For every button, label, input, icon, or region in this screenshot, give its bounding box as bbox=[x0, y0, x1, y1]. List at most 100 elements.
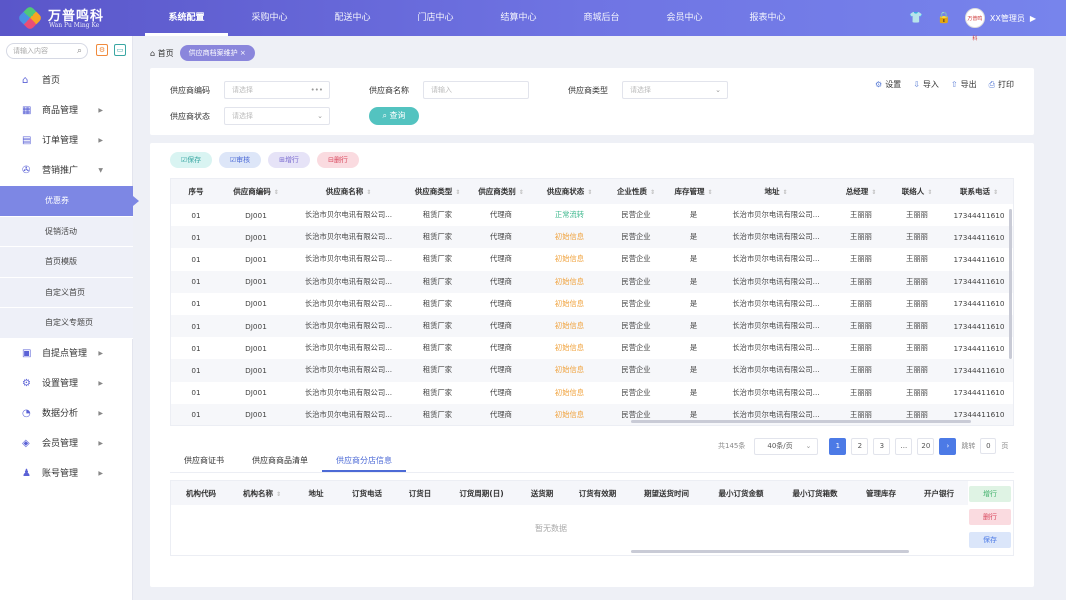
table-row[interactable]: 01 DJ001 长治市贝尔电讯有限公司... 租赁厂家 代理商 初始信息 民营企业是长治市… bbox=[171, 293, 1013, 315]
column-header[interactable]: 最小订货箱数 bbox=[778, 481, 852, 505]
column-header[interactable]: 期望送货时间 bbox=[629, 481, 704, 505]
column-header[interactable]: 地址 ⇕ bbox=[721, 179, 831, 204]
column-header[interactable]: 管理库存 bbox=[852, 481, 910, 505]
nav-item[interactable]: 门店中心 bbox=[394, 0, 477, 36]
table-row[interactable]: 01 DJ001 长治市贝尔电讯有限公司... 租赁厂家 代理商 正常流转 民营企业 是 长治市… bbox=[171, 204, 1013, 226]
sidebar-item-marketing[interactable]: ✇ 营销推广 ▼ bbox=[0, 156, 133, 186]
tab-current-page[interactable]: 供应商档案维护 × bbox=[179, 45, 255, 61]
table-row[interactable]: 01 DJ001 长治市贝尔电讯有限公司... 租赁厂家 代理商 初始信息 民营企业是长治市… bbox=[171, 248, 1013, 270]
settings-button[interactable]: ⚙ 设置 bbox=[875, 79, 901, 90]
sidebar-item-pickup[interactable]: ▣ 自提点管理 ▶ bbox=[0, 339, 133, 369]
supplier-code-field[interactable]: 请选择 ••• bbox=[224, 81, 330, 99]
page-button[interactable]: 2 bbox=[851, 437, 869, 455]
column-header[interactable]: 机构代码 bbox=[171, 481, 231, 505]
sort-icon[interactable]: ⇕ bbox=[455, 189, 460, 196]
nav-item[interactable]: 采购中心 bbox=[228, 0, 311, 36]
column-header[interactable]: 供应商编码 ⇕ bbox=[221, 179, 291, 204]
next-page-button[interactable]: › bbox=[939, 437, 957, 455]
page-button[interactable]: 20 bbox=[917, 437, 935, 455]
column-header[interactable]: 总经理 ⇕ bbox=[831, 179, 891, 204]
table-row[interactable]: 01 DJ001 长治市贝尔电讯有限公司... 租赁厂家 代理商 初始信息 民营企业是长治市… bbox=[171, 314, 1013, 338]
submenu-item[interactable]: 首页模版 bbox=[0, 247, 133, 278]
save-button[interactable]: ☑保存 bbox=[170, 152, 212, 168]
branch-save-button[interactable]: 保存 bbox=[969, 532, 1011, 548]
nav-item[interactable]: 会员中心 bbox=[643, 0, 726, 36]
table-row[interactable]: 01 DJ001 长治市贝尔电讯有限公司... 租赁厂家 代理商 初始信息 民营企业是长治市… bbox=[171, 382, 1013, 404]
sidebar-item-accounts[interactable]: ♟ 账号管理 ▶ bbox=[0, 459, 133, 489]
supplier-type-select[interactable]: 请选择 ⌄ bbox=[622, 81, 728, 99]
sidebar-item-members[interactable]: ◈ 会员管理 ▶ bbox=[0, 429, 133, 459]
close-icon[interactable]: × bbox=[240, 49, 246, 57]
add-row-button[interactable]: ⊞增行 bbox=[268, 152, 310, 168]
user-menu[interactable]: 万普鸣科 XX管理员 ▶ bbox=[964, 8, 1036, 42]
sort-icon[interactable]: ⇕ bbox=[782, 189, 787, 196]
supplier-name-field[interactable]: 请输入 bbox=[423, 81, 529, 99]
shirt-icon[interactable]: 👕 bbox=[909, 11, 923, 25]
sidebar-item-analytics[interactable]: ◔ 数据分析 ▶ bbox=[0, 399, 133, 429]
sidebar-item-home[interactable]: ⌂ 首页 bbox=[0, 66, 133, 96]
column-header[interactable]: 企业性质 ⇕ bbox=[606, 179, 666, 204]
page-button[interactable]: 1 bbox=[829, 437, 847, 455]
supplier-status-select[interactable]: 请选择 ⌄ bbox=[224, 107, 330, 125]
column-header[interactable]: 订货有效期 bbox=[566, 481, 629, 505]
column-header[interactable]: 供应商类型 ⇕ bbox=[406, 179, 469, 204]
settings-tool-icon[interactable]: ⚙ bbox=[96, 44, 108, 56]
horizontal-scrollbar[interactable] bbox=[631, 420, 971, 423]
screen-tool-icon[interactable]: ▭ bbox=[114, 44, 126, 56]
table-row[interactable]: 01 DJ001 长治市贝尔电讯有限公司... 租赁厂家 代理商 初始信息 民营企业是长治市… bbox=[171, 270, 1013, 293]
column-header[interactable]: 联系电话 ⇕ bbox=[943, 179, 1013, 204]
column-header[interactable]: 订货周期(日) bbox=[445, 481, 518, 505]
logo[interactable]: 万普鸣科 Wan Pu Ming Ke bbox=[17, 5, 138, 31]
column-header[interactable]: 地址 bbox=[293, 481, 339, 505]
detail-tab[interactable]: 供应商分店信息 bbox=[322, 453, 406, 472]
sort-icon[interactable]: ⇕ bbox=[993, 189, 998, 196]
nav-item[interactable]: 系统配置 bbox=[145, 0, 228, 36]
nav-item[interactable]: 配送中心 bbox=[311, 0, 394, 36]
submenu-item[interactable]: 优惠券 bbox=[0, 186, 139, 217]
column-header[interactable]: 供应商名称 ⇕ bbox=[291, 179, 406, 204]
table-row[interactable]: 01 DJ001 长治市贝尔电讯有限公司... 租赁厂家 代理商 初始信息 民营企业是长治市… bbox=[171, 359, 1013, 382]
branch-add-row-button[interactable]: 增行 bbox=[969, 486, 1011, 502]
submenu-item[interactable]: 促销活动 bbox=[0, 216, 133, 247]
page-button[interactable]: ... bbox=[895, 437, 913, 455]
sort-icon[interactable]: ⇕ bbox=[707, 189, 712, 196]
sidebar-item-orders[interactable]: ▤ 订单管理 ▶ bbox=[0, 126, 133, 156]
lock-icon[interactable]: 🔒 bbox=[937, 11, 951, 25]
table-row[interactable]: 01 DJ001 长治市贝尔电讯有限公司... 租赁厂家 代理商 初始信息 民营企业是长治市… bbox=[171, 337, 1013, 359]
column-header[interactable]: 订货日 bbox=[395, 481, 445, 505]
query-button[interactable]: ⌕ 查询 bbox=[369, 107, 419, 125]
search-icon[interactable]: ⌕ bbox=[77, 44, 82, 58]
horizontal-scrollbar[interactable] bbox=[631, 550, 909, 553]
sort-icon[interactable]: ⇕ bbox=[366, 189, 371, 196]
delete-row-button[interactable]: ⊟删行 bbox=[317, 152, 359, 168]
column-header[interactable]: 联络人 ⇕ bbox=[891, 179, 943, 204]
submenu-item[interactable]: 自定义专题页 bbox=[0, 308, 133, 339]
sort-icon[interactable]: ⇕ bbox=[274, 189, 279, 196]
column-header[interactable]: 供应商状态 ⇕ bbox=[533, 179, 606, 204]
submenu-item[interactable]: 自定义首页 bbox=[0, 277, 133, 308]
audit-button[interactable]: ☑审核 bbox=[219, 152, 261, 168]
sidebar-search-input[interactable]: 请输入内容 ⌕ bbox=[6, 43, 88, 59]
page-size-select[interactable]: 40条/页 ⌄ bbox=[754, 437, 819, 455]
column-header[interactable]: 供应商类别 ⇕ bbox=[469, 179, 533, 204]
table-row[interactable]: 01 DJ001 长治市贝尔电讯有限公司... 租赁厂家 代理商 初始信息 民营企业是长治市… bbox=[171, 226, 1013, 249]
sort-icon[interactable]: ⇕ bbox=[927, 189, 932, 196]
home-crumb[interactable]: ⌂ 首页 bbox=[150, 48, 174, 59]
print-button[interactable]: ⎙ 打印 bbox=[989, 79, 1014, 90]
column-header[interactable]: 序号 bbox=[171, 179, 221, 204]
vertical-scrollbar[interactable] bbox=[1009, 209, 1012, 359]
sort-icon[interactable]: ⇕ bbox=[587, 189, 592, 196]
nav-item[interactable]: 报表中心 bbox=[726, 0, 809, 36]
sort-icon[interactable]: ⇕ bbox=[276, 491, 281, 498]
branch-delete-row-button[interactable]: 删行 bbox=[969, 509, 1011, 525]
column-header[interactable]: 送货期 bbox=[518, 481, 566, 505]
column-header[interactable]: 机构名称 ⇕ bbox=[231, 481, 293, 505]
column-header[interactable]: 最小订货金额 bbox=[704, 481, 778, 505]
sidebar-item-goods[interactable]: ▦ 商品管理 ▶ bbox=[0, 96, 133, 126]
jump-input[interactable]: 0 bbox=[980, 438, 997, 454]
column-header[interactable]: 订货电话 bbox=[339, 481, 395, 505]
sort-icon[interactable]: ⇕ bbox=[519, 189, 524, 196]
export-button[interactable]: ⇧ 导出 bbox=[951, 79, 977, 90]
column-header[interactable]: 库存管理 ⇕ bbox=[666, 179, 721, 204]
sort-icon[interactable]: ⇕ bbox=[650, 189, 655, 196]
